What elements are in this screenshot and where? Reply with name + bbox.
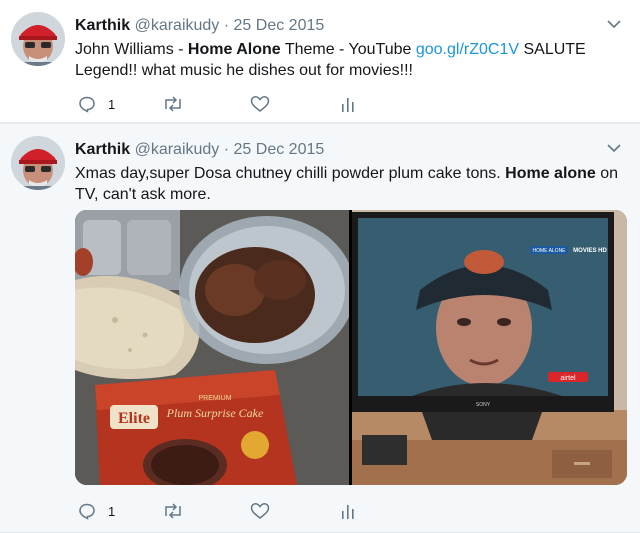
photo-tv[interactable]: HOME ALONE MOVIES HD airtel SONY (352, 210, 627, 485)
tweet-actions: 1 (75, 93, 375, 115)
reply-count: 1 (108, 96, 116, 112)
reply-count: 1 (108, 503, 116, 519)
chevron-down-icon[interactable] (606, 140, 622, 156)
reply-button[interactable]: 1 (78, 500, 115, 522)
display-name[interactable]: Karthik (75, 17, 130, 34)
tweet-date[interactable]: 25 Dec 2015 (234, 141, 325, 158)
reply-button[interactable]: 1 (78, 93, 115, 115)
tv-brand: SONY (476, 402, 491, 408)
retweet-button[interactable] (162, 500, 184, 522)
retweet-button[interactable] (162, 93, 184, 115)
analytics-button[interactable] (340, 93, 356, 115)
avatar[interactable] (11, 136, 65, 190)
retweet-icon (162, 95, 184, 113)
user-handle[interactable]: @karaikudy (135, 141, 220, 158)
analytics-icon (340, 502, 356, 520)
photo-food[interactable]: Elite PREMIUM Plum Surprise Cake (75, 210, 355, 485)
avatar[interactable] (11, 12, 65, 66)
timeline: Karthik @karaikudy · 25 Dec 2015 John Wi… (0, 0, 640, 533)
like-button[interactable] (250, 500, 270, 522)
cake-line: PREMIUM (198, 395, 231, 402)
tweet-date[interactable]: 25 Dec 2015 (234, 17, 325, 34)
sponsor-label: airtel (560, 375, 576, 382)
network-label: MOVIES HD (573, 248, 607, 254)
channel-label: HOME ALONE (532, 248, 566, 254)
tweet-header: Karthik @karaikudy · 25 Dec 2015 (75, 140, 324, 159)
text-segment: Xmas day,super Dosa chutney chilli powde… (75, 165, 506, 182)
text-segment: Theme - YouTube (280, 41, 416, 58)
analytics-icon (340, 95, 356, 113)
cake-name: Plum Surprise Cake (166, 406, 264, 420)
user-handle[interactable]: @karaikudy (135, 17, 220, 34)
media-grid: Elite PREMIUM Plum Surprise Cake HOME AL… (75, 210, 627, 485)
analytics-button[interactable] (340, 500, 356, 522)
like-icon (250, 502, 270, 520)
like-button[interactable] (250, 93, 270, 115)
like-icon (250, 95, 270, 113)
display-name[interactable]: Karthik (75, 141, 130, 158)
text-highlight: Home alone (505, 165, 596, 182)
tweet[interactable]: Karthik @karaikudy · 25 Dec 2015 John Wi… (0, 0, 640, 123)
separator: · (223, 17, 230, 34)
reply-icon (78, 502, 96, 520)
tweet-text: Xmas day,super Dosa chutney chilli powde… (75, 163, 630, 205)
separator: · (223, 141, 230, 158)
tweet-actions: 1 (75, 500, 375, 522)
text-highlight: Home Alone (187, 41, 281, 58)
tweet-text: John Williams - Home Alone Theme - YouTu… (75, 39, 630, 81)
tweet[interactable]: Karthik @karaikudy · 25 Dec 2015 Xmas da… (0, 124, 640, 533)
chevron-down-icon[interactable] (606, 16, 622, 32)
cake-brand: Elite (118, 410, 150, 427)
retweet-icon (162, 502, 184, 520)
tweet-header: Karthik @karaikudy · 25 Dec 2015 (75, 16, 324, 35)
reply-icon (78, 95, 96, 113)
text-segment: John Williams - (75, 41, 188, 58)
tweet-link[interactable]: goo.gl/rZ0C1V (416, 41, 519, 58)
